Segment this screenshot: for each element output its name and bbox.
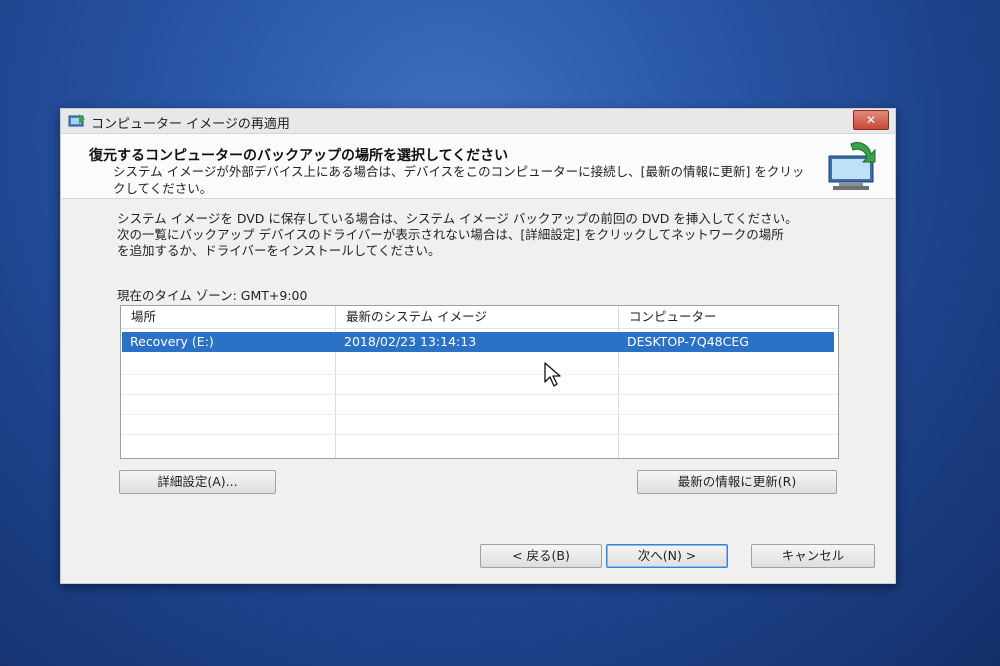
mouse-cursor-icon (544, 362, 561, 387)
cell-computer: DESKTOP-7Q48CEG (627, 334, 749, 349)
restore-dialog: コンピューター イメージの再適用 ✕ 復元するコンピューターのバックアップの場所… (60, 108, 896, 584)
refresh-button[interactable]: 最新の情報に更新(R) (637, 470, 837, 494)
row-divider (121, 394, 838, 395)
column-header-computer[interactable]: コンピューター (619, 306, 838, 328)
row-divider (121, 374, 838, 375)
cell-latest-image: 2018/02/23 13:14:13 (344, 334, 477, 349)
cell-location: Recovery (E:) (130, 334, 214, 349)
window-title: コンピューター イメージの再適用 (91, 117, 290, 132)
restore-window-icon (68, 114, 85, 127)
table-row[interactable]: Recovery (E:) 2018/02/23 13:14:13 DESKTO… (122, 332, 834, 352)
instruction-line: システム イメージを DVD に保存している場合は、システム イメージ バックア… (117, 211, 798, 226)
header-band: 復元するコンピューターのバックアップの場所を選択してください システム イメージ… (61, 134, 895, 199)
computer-restore-icon (828, 142, 876, 190)
row-divider (121, 434, 838, 435)
instruction-line: を追加するか、ドライバーをインストールしてください。 (117, 243, 441, 258)
page-subtitle: システム イメージが外部デバイス上にある場合は、デバイスをこのコンピューターに接… (113, 164, 805, 196)
backup-list[interactable]: 場所 最新のシステム イメージ コンピューター Recovery (E:) 20… (120, 305, 839, 459)
timezone-label: 現在のタイム ゾーン: GMT+9:00 (117, 288, 308, 303)
column-header-latest-image[interactable]: 最新のシステム イメージ (336, 306, 619, 328)
back-button[interactable]: < 戻る(B) (480, 544, 602, 568)
close-icon[interactable]: ✕ (853, 110, 889, 130)
next-button[interactable]: 次へ(N) > (606, 544, 728, 568)
advanced-settings-button[interactable]: 詳細設定(A)... (119, 470, 276, 494)
row-divider (121, 414, 838, 415)
page-title: 復元するコンピューターのバックアップの場所を選択してください (89, 148, 509, 164)
title-bar: コンピューター イメージの再適用 ✕ (61, 109, 895, 134)
instructions: システム イメージを DVD に保存している場合は、システム イメージ バックア… (117, 211, 877, 259)
column-header-location[interactable]: 場所 (121, 306, 336, 328)
cancel-button[interactable]: キャンセル (751, 544, 875, 568)
instruction-line: 次の一覧にバックアップ デバイスのドライバーが表示されない場合は、[詳細設定] … (117, 227, 784, 242)
header-divider (121, 328, 838, 329)
